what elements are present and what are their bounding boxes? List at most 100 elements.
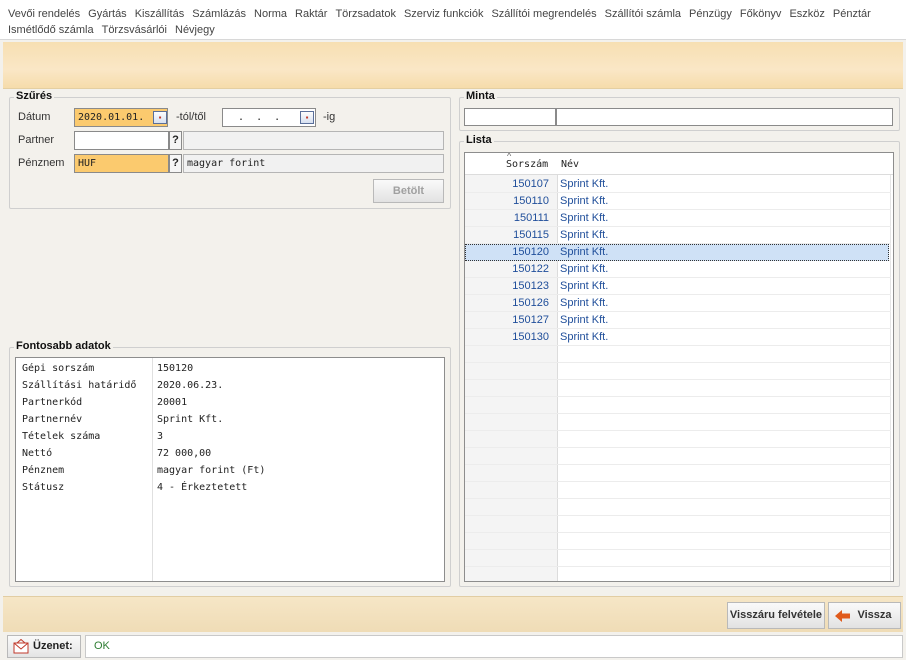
list-item-number: 150111 <box>513 212 549 224</box>
list-item-name: Sprint Kft. <box>560 178 609 190</box>
envelope-icon <box>13 638 29 657</box>
date-to-calendar-icon[interactable]: ▪ <box>300 111 314 124</box>
partner-name-field <box>183 131 444 150</box>
menu-norma[interactable]: Norma <box>250 6 291 22</box>
details-value: 20001 <box>157 397 188 408</box>
status-bar: Üzenet: OK <box>3 632 903 659</box>
list-item-selected[interactable]: 150120 Sprint Kft. <box>465 244 889 261</box>
menu-eszkoz[interactable]: Eszköz <box>785 6 828 22</box>
details-row: Szállítási határidő 2020.06.23. <box>16 377 444 394</box>
menu-kiszallitas[interactable]: Kiszállítás <box>131 6 189 22</box>
list-item-name: Sprint Kft. <box>560 212 609 224</box>
lista-right-edge <box>890 153 891 581</box>
lista-table[interactable]: ^ Sorszám Név 150107 Sprint Kft. 150110 Sp… <box>464 152 894 582</box>
details-value: magyar forint (Ft) <box>157 465 266 476</box>
details-box: Gépi sorszám 150120 Szállítási határidő 20… <box>15 357 445 582</box>
list-item[interactable]: 150126 Sprint Kft. <box>465 295 889 312</box>
details-key: Szállítási határidő <box>22 380 137 391</box>
details-row: Gépi sorszám 150120 <box>16 360 444 377</box>
return-receipt-button[interactable]: Visszáru felvétele <box>727 602 825 629</box>
message-text: OK <box>94 640 110 652</box>
message-label: Üzenet: <box>33 640 73 652</box>
currency-name-field: magyar forint <box>183 154 444 173</box>
details-value: 4 - Érkeztetett <box>157 482 248 493</box>
message-button[interactable]: Üzenet: <box>7 635 81 658</box>
currency-label: Pénznem <box>18 157 65 169</box>
grid-line <box>465 549 891 550</box>
list-item[interactable]: 150107 Sprint Kft. <box>465 176 889 193</box>
list-item[interactable]: 150123 Sprint Kft. <box>465 278 889 295</box>
menu-torzsadatok[interactable]: Törzsadatok <box>331 6 400 22</box>
grid-line <box>465 413 891 414</box>
menu-penztar[interactable]: Pénztár <box>829 6 875 22</box>
list-item[interactable]: 150130 Sprint Kft. <box>465 329 889 346</box>
partner-input[interactable] <box>74 131 169 150</box>
menu-fokonyv[interactable]: Főkönyv <box>736 6 786 22</box>
minta-field-2[interactable] <box>556 108 893 126</box>
menu-bar: Vevői rendelés Gyártás Kiszállítás Száml… <box>0 0 906 40</box>
back-button-label: Vissza <box>857 609 892 621</box>
details-key: Partnerkód <box>22 397 83 408</box>
column-header-sorszam[interactable]: Sorszám <box>506 159 548 170</box>
details-row: Nettó 72 000,00 <box>16 445 444 462</box>
menu-torzsvasarloi[interactable]: Törzsvásárlói <box>98 22 171 38</box>
load-button[interactable]: Betölt <box>373 179 444 203</box>
grid-line <box>465 481 891 482</box>
list-item-name: Sprint Kft. <box>560 229 609 241</box>
date-from-calendar-icon[interactable]: ▪ <box>153 111 167 124</box>
currency-input[interactable]: HUF <box>74 154 169 173</box>
grid-line <box>465 396 891 397</box>
details-row: Tételek száma 3 <box>16 428 444 445</box>
back-button[interactable]: Vissza <box>828 602 901 629</box>
list-item[interactable]: 150122 Sprint Kft. <box>465 261 889 278</box>
list-item-number: 150120 <box>512 246 549 258</box>
details-row: Partnernév Sprint Kft. <box>16 411 444 428</box>
menu-nevjegy[interactable]: Névjegy <box>171 22 219 38</box>
minta-field-1[interactable] <box>464 108 556 126</box>
menu-ismetlodo-szamla[interactable]: Ismétlődő számla <box>4 22 98 38</box>
currency-name-value: magyar forint <box>187 158 266 169</box>
list-item-number: 150122 <box>512 263 549 275</box>
date-from-suffix: -tól/től <box>176 111 206 123</box>
currency-lookup-button[interactable]: ? <box>169 154 182 173</box>
partner-label: Partner <box>18 134 55 146</box>
filter-panel-title: Szűrés <box>14 90 55 102</box>
menu-penzugy[interactable]: Pénzügy <box>685 6 736 22</box>
menu-gyartas[interactable]: Gyártás <box>84 6 131 22</box>
lista-header: ^ Sorszám Név <box>465 153 893 175</box>
details-value: 2020.06.23. <box>157 380 224 391</box>
menu-szallitoi-szamla[interactable]: Szállítói számla <box>601 6 685 22</box>
back-arrow-icon <box>835 608 851 622</box>
list-item[interactable]: 150111 Sprint Kft. <box>465 210 889 227</box>
date-label: Dátum <box>18 111 51 123</box>
grid-line <box>465 532 891 533</box>
details-value: 3 <box>157 431 164 442</box>
column-header-nev[interactable]: Név <box>561 159 579 170</box>
list-item-name: Sprint Kft. <box>560 331 609 343</box>
details-row: Partnerkód 20001 <box>16 394 444 411</box>
partner-lookup-button[interactable]: ? <box>169 131 182 150</box>
list-item[interactable]: 150110 Sprint Kft. <box>465 193 889 210</box>
lista-panel-title: Lista <box>464 134 494 146</box>
menu-szallitoi-megrendeles[interactable]: Szállítói megrendelés <box>487 6 600 22</box>
menu-szamlazas[interactable]: Számlázás <box>188 6 250 22</box>
grid-line <box>465 566 891 567</box>
list-item-number: 150126 <box>512 297 549 309</box>
menu-szerviz-funkciok[interactable]: Szerviz funkciók <box>400 6 487 22</box>
list-item[interactable]: 150115 Sprint Kft. <box>465 227 889 244</box>
date-from-value: 2020.01.01. <box>78 112 145 123</box>
list-item-number: 150107 <box>512 178 549 190</box>
list-item-number: 150115 <box>513 229 549 241</box>
list-item-name: Sprint Kft. <box>560 246 609 258</box>
details-key: Státusz <box>22 482 65 493</box>
details-row: Pénznem magyar forint (Ft) <box>16 462 444 479</box>
menu-vevoi-rendeles[interactable]: Vevői rendelés <box>4 6 84 22</box>
menu-raktar[interactable]: Raktár <box>291 6 331 22</box>
list-item-name: Sprint Kft. <box>560 195 609 207</box>
message-field: OK <box>85 635 903 658</box>
list-item-name: Sprint Kft. <box>560 263 609 275</box>
list-item[interactable]: 150127 Sprint Kft. <box>465 312 889 329</box>
grid-line <box>465 362 891 363</box>
details-panel-title: Fontosabb adatok <box>14 340 113 352</box>
details-row: Státusz 4 - Érkeztetett <box>16 479 444 496</box>
